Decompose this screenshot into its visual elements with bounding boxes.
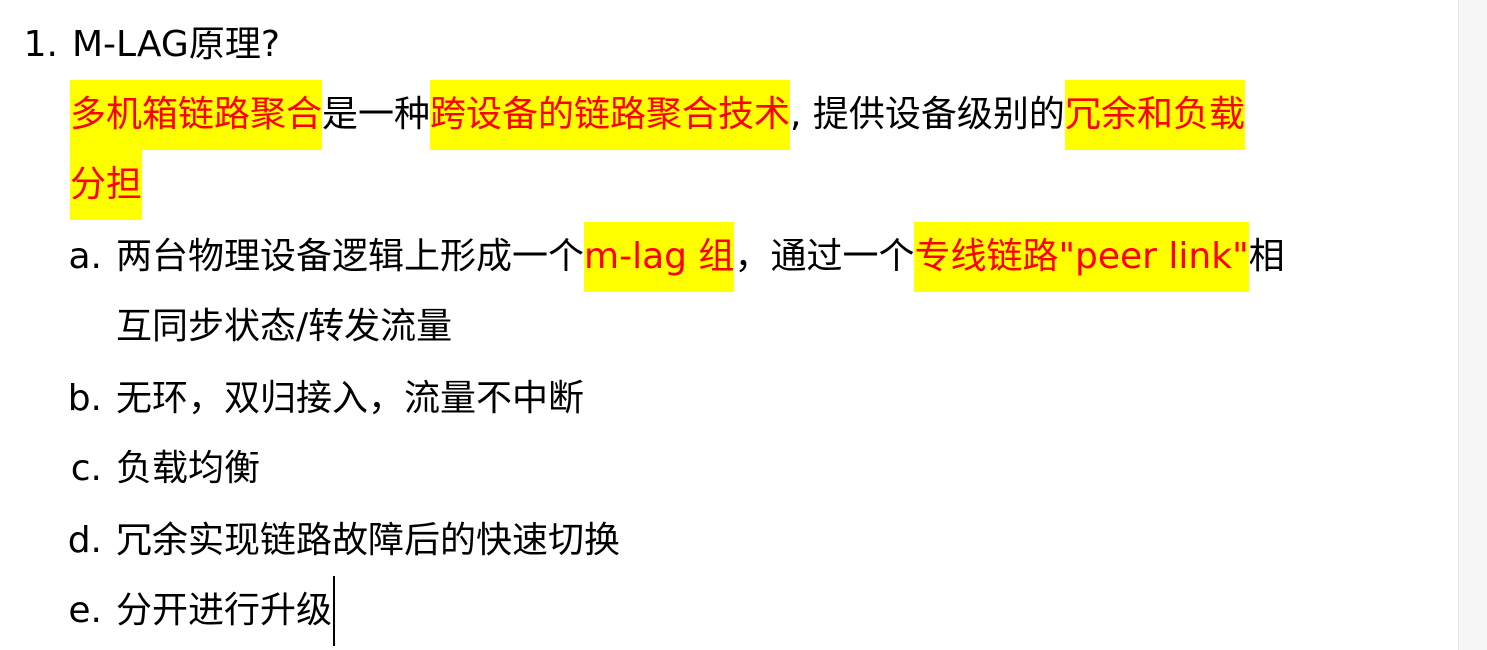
highlight-redundancy-load: 冗余和负载	[1064, 80, 1245, 150]
highlight-mlag-group: m-lag 组	[584, 222, 735, 292]
item-e-text: 分开进行升级	[116, 590, 333, 631]
list-marker-d: d.	[67, 520, 102, 561]
document-body[interactable]: 1. M-LAG原理? 多机箱链路聚合是一种跨设备的链路聚合技术, 提供设备级别…	[0, 0, 1459, 650]
highlight-cross-device-technology: 跨设备的链路聚合技术	[430, 80, 791, 150]
list-marker-b: b.	[67, 378, 102, 419]
item-a-continuation-text: 互同步状态/转发流量	[116, 306, 453, 347]
highlight-peer-link: 专线链路"peer link"	[914, 222, 1249, 292]
item-b-text: 无环，双归接入，流量不中断	[116, 378, 585, 419]
page-edge-scroll-area	[1458, 0, 1487, 650]
item-a-text-2: ，通过一个	[734, 236, 915, 277]
list-marker-c: c.	[70, 448, 102, 489]
text-cursor	[333, 576, 336, 646]
highlight-sharing: 分担	[70, 150, 143, 220]
list-number: 1.	[23, 24, 58, 65]
list-marker-e: e.	[68, 590, 102, 631]
summary-text-2: , 提供设备级别的	[790, 94, 1065, 135]
highlight-multi-chassis-aggregation: 多机箱链路聚合	[70, 80, 323, 150]
item-a-text-1: 两台物理设备逻辑上形成一个	[116, 236, 585, 277]
item-c-text: 负载均衡	[116, 448, 261, 489]
heading-title: M-LAG原理?	[72, 24, 280, 65]
item-d-text: 冗余实现链路故障后的快速切换	[116, 520, 621, 561]
summary-text-1: 是一种	[322, 94, 431, 135]
list-marker-a: a.	[68, 236, 102, 277]
item-a-text-3: 相	[1248, 236, 1285, 277]
